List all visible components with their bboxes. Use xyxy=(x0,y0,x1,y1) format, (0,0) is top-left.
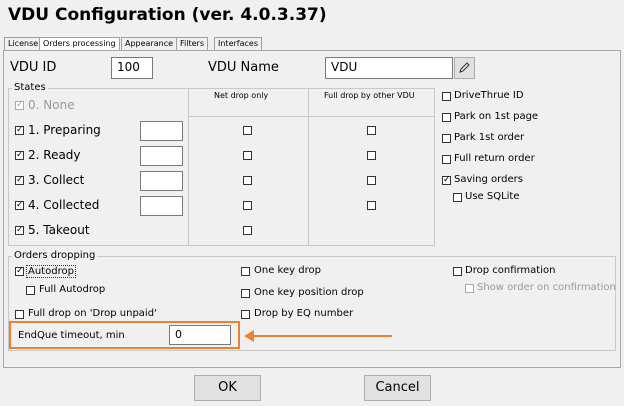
edit-name-button[interactable] xyxy=(454,57,475,79)
one-key-position-drop-label: One key position drop xyxy=(254,287,364,298)
autodrop-checkbox[interactable] xyxy=(15,265,24,277)
state-none-label: 0. None xyxy=(28,98,75,112)
states-group-label: States xyxy=(12,82,48,93)
state-preparing-input[interactable] xyxy=(140,121,183,141)
state-ready-full-drop-checkbox[interactable] xyxy=(367,151,376,160)
one-key-position-drop-checkbox[interactable] xyxy=(241,289,250,298)
park-first-page-checkbox[interactable] xyxy=(442,113,451,122)
state-preparing-net-drop-checkbox[interactable] xyxy=(243,126,252,135)
arrow-left-icon xyxy=(244,330,254,342)
autodrop-label: Autodrop xyxy=(26,265,76,278)
one-key-drop-label: One key drop xyxy=(254,265,321,276)
tab-appearance[interactable]: Appearance xyxy=(121,37,178,51)
state-collected-label: 4. Collected xyxy=(28,198,100,212)
park-first-order-checkbox[interactable] xyxy=(442,134,451,143)
orders-dropping-label: Orders dropping xyxy=(12,250,98,261)
col-full-drop-other-vdu: Full drop by other VDU xyxy=(324,91,415,100)
vdu-id-input[interactable]: 100 xyxy=(111,57,153,79)
full-autodrop-checkbox[interactable] xyxy=(26,286,35,295)
use-sqlite-label: Use SQLite xyxy=(465,191,520,202)
drop-by-eq-checkbox[interactable] xyxy=(241,310,250,319)
full-autodrop-label: Full Autodrop xyxy=(39,284,106,295)
window-title: VDU Configuration (ver. 4.0.3.37) xyxy=(8,5,327,25)
full-drop-unpaid-label: Full drop on 'Drop unpaid' xyxy=(28,308,157,319)
drop-by-eq-label: Drop by EQ number xyxy=(254,308,354,319)
drive-thru-checkbox[interactable] xyxy=(442,92,451,101)
use-sqlite-checkbox[interactable] xyxy=(453,193,462,202)
state-preparing-label: 1. Preparing xyxy=(28,123,101,137)
full-drop-unpaid-checkbox[interactable] xyxy=(15,310,24,319)
state-ready-checkbox[interactable] xyxy=(15,149,24,161)
state-ready-input[interactable] xyxy=(140,146,183,166)
vdu-id-label: VDU ID xyxy=(10,60,57,75)
park-first-page-label: Park on 1st page xyxy=(454,111,539,122)
state-collected-input[interactable] xyxy=(140,196,183,216)
state-collect-label: 3. Collect xyxy=(28,173,85,187)
state-takeout-net-drop-checkbox[interactable] xyxy=(243,226,252,235)
state-ready-label: 2. Ready xyxy=(28,148,81,162)
state-ready-net-drop-checkbox[interactable] xyxy=(243,151,252,160)
state-takeout-label: 5. Takeout xyxy=(28,223,90,237)
full-return-checkbox[interactable] xyxy=(442,155,451,164)
tab-license[interactable]: License xyxy=(4,37,43,51)
state-collect-net-drop-checkbox[interactable] xyxy=(243,176,252,185)
state-collected-checkbox[interactable] xyxy=(15,199,24,211)
show-order-on-confirmation-label: Show order on confirmation xyxy=(477,282,616,293)
drop-confirmation-label: Drop confirmation xyxy=(465,265,556,276)
window-title-bar: VDU Configuration (ver. 4.0.3.37) xyxy=(0,0,624,36)
highlight-arrow-line xyxy=(252,335,392,337)
pencil-icon xyxy=(457,60,472,75)
state-preparing-full-drop-checkbox[interactable] xyxy=(367,126,376,135)
state-collected-full-drop-checkbox[interactable] xyxy=(367,201,376,210)
drop-confirmation-checkbox[interactable] xyxy=(453,267,462,276)
show-order-on-confirmation-checkbox xyxy=(465,284,474,293)
vdu-name-label: VDU Name xyxy=(208,60,279,75)
tab-filters[interactable]: Filters xyxy=(176,37,208,51)
one-key-drop-checkbox[interactable] xyxy=(241,267,250,276)
drive-thru-label: DriveThrue ID xyxy=(454,90,524,101)
state-takeout-checkbox[interactable] xyxy=(15,224,24,236)
state-none-checkbox xyxy=(15,99,24,111)
vdu-name-input[interactable]: VDU xyxy=(325,57,453,79)
state-collect-full-drop-checkbox[interactable] xyxy=(367,176,376,185)
cancel-button[interactable]: Cancel xyxy=(364,375,431,401)
state-preparing-checkbox[interactable] xyxy=(15,124,24,136)
state-collect-checkbox[interactable] xyxy=(15,174,24,186)
saving-orders-checkbox[interactable] xyxy=(442,174,451,186)
full-return-label: Full return order xyxy=(454,153,535,164)
state-collect-input[interactable] xyxy=(140,171,183,191)
saving-orders-label: Saving orders xyxy=(454,174,523,185)
tab-interfaces[interactable]: Interfaces xyxy=(214,37,262,51)
state-collected-net-drop-checkbox[interactable] xyxy=(243,201,252,210)
col-net-drop-only: Net drop only xyxy=(214,91,269,100)
ok-button[interactable]: OK xyxy=(194,375,261,401)
highlight-box xyxy=(9,321,240,349)
park-first-order-label: Park 1st order xyxy=(454,132,525,143)
